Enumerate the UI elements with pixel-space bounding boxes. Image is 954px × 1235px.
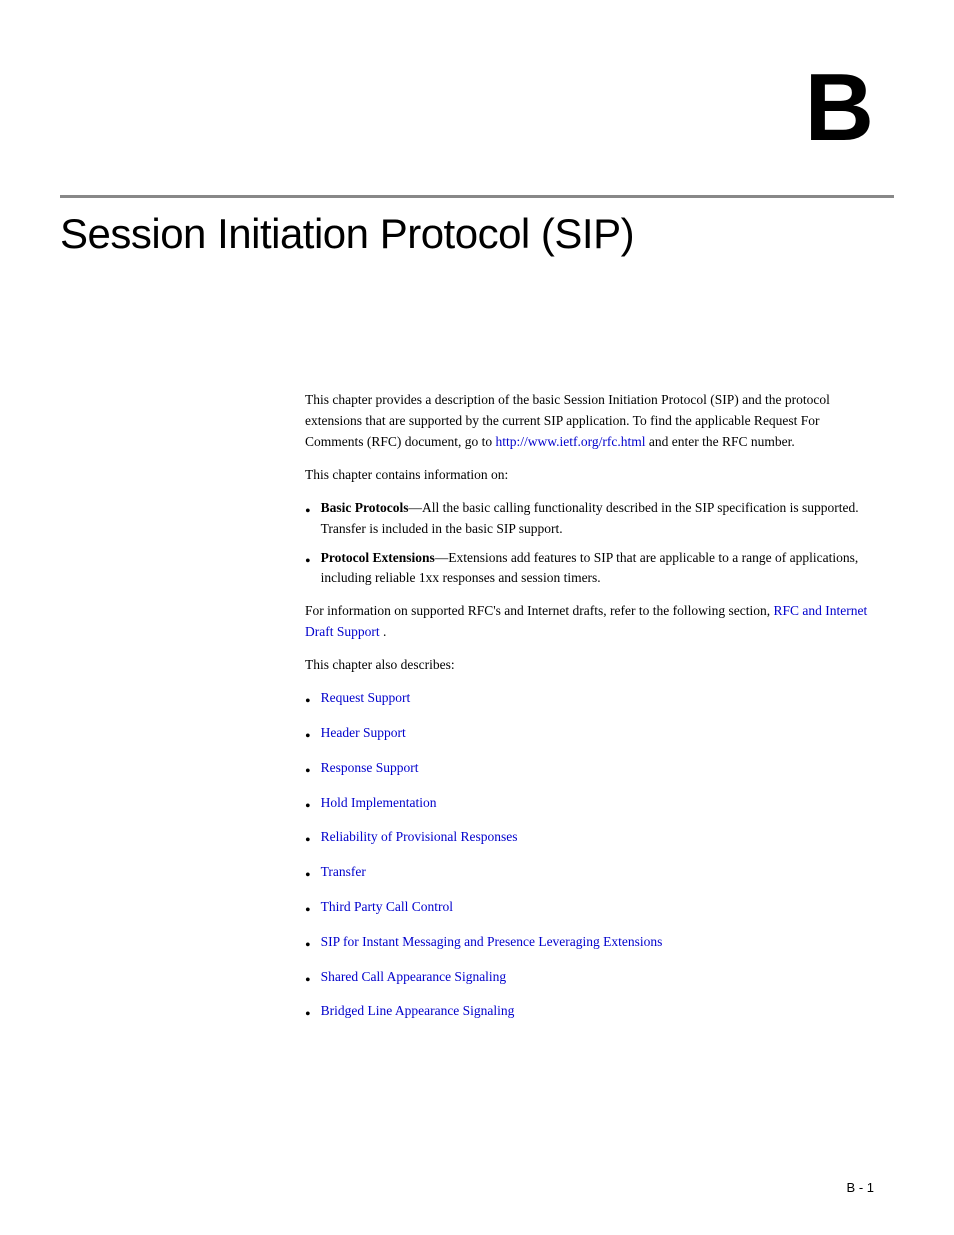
bullet-text-2: Protocol Extensions—Extensions add featu… (321, 548, 874, 590)
bullet-dot-1: • (305, 500, 311, 525)
intro-paragraph: This chapter provides a description of t… (305, 390, 874, 453)
bullet-protocol-extensions: • Protocol Extensions—Extensions add fea… (305, 548, 874, 590)
list-item-reliability: • Reliability of Provisional Responses (305, 827, 874, 854)
hold-implementation-link[interactable]: Hold Implementation (321, 795, 437, 810)
bullet-dot-link-6: • (305, 864, 311, 889)
content-area: This chapter provides a description of t… (305, 390, 874, 1040)
bullet-basic-protocols: • Basic Protocols—All the basic calling … (305, 498, 874, 540)
header-support-link[interactable]: Header Support (321, 725, 406, 740)
list-item-request-support: • Request Support (305, 688, 874, 715)
bullet-dot-link-7: • (305, 899, 311, 924)
link-text-5: Reliability of Provisional Responses (321, 827, 874, 848)
link-text-2: Header Support (321, 723, 874, 744)
simple-link[interactable]: SIP for Instant Messaging and Presence L… (321, 934, 663, 949)
bullet-dot-2: • (305, 550, 311, 575)
list-item-transfer: • Transfer (305, 862, 874, 889)
also-describes-label: This chapter also describes: (305, 655, 874, 676)
link-text-7: Third Party Call Control (321, 897, 874, 918)
reliability-link[interactable]: Reliability of Provisional Responses (321, 829, 518, 844)
list-item-simple: • SIP for Instant Messaging and Presence… (305, 932, 874, 959)
shared-call-link[interactable]: Shared Call Appearance Signaling (321, 969, 507, 984)
link-text-8: SIP for Instant Messaging and Presence L… (321, 932, 874, 953)
bullet-dot-link-2: • (305, 725, 311, 750)
link-text-9: Shared Call Appearance Signaling (321, 967, 874, 988)
rfc-text-suffix: . (383, 624, 386, 639)
list-item-header-support: • Header Support (305, 723, 874, 750)
bullet-dot-link-5: • (305, 829, 311, 854)
response-support-link[interactable]: Response Support (321, 760, 419, 775)
link-text-1: Request Support (321, 688, 874, 709)
list-item-shared-call: • Shared Call Appearance Signaling (305, 967, 874, 994)
list-item-bridged-line: • Bridged Line Appearance Signaling (305, 1001, 874, 1028)
rfc-paragraph: For information on supported RFC's and I… (305, 601, 874, 643)
list-item-hold-implementation: • Hold Implementation (305, 793, 874, 820)
top-rule (60, 195, 894, 198)
ietf-link[interactable]: http://www.ietf.org/rfc.html (496, 434, 649, 449)
bullet-dot-link-10: • (305, 1003, 311, 1028)
bullet-dot-link-9: • (305, 969, 311, 994)
intro-text-after-link: and enter the RFC number. (649, 434, 795, 449)
link-text-3: Response Support (321, 758, 874, 779)
link-text-10: Bridged Line Appearance Signaling (321, 1001, 874, 1022)
transfer-link[interactable]: Transfer (321, 864, 366, 879)
chapter-letter: B (805, 60, 874, 156)
bridged-line-link[interactable]: Bridged Line Appearance Signaling (321, 1003, 515, 1018)
link-text-6: Transfer (321, 862, 874, 883)
bullet-dot-link-3: • (305, 760, 311, 785)
links-bullet-list: • Request Support • Header Support • Res… (305, 688, 874, 1028)
link-text-4: Hold Implementation (321, 793, 874, 814)
request-support-link[interactable]: Request Support (321, 690, 411, 705)
bullet-dot-link-4: • (305, 795, 311, 820)
info-bullet-list: • Basic Protocols—All the basic calling … (305, 498, 874, 590)
page-container: B Session Initiation Protocol (SIP) This… (0, 0, 954, 1235)
bullet-dot-link-1: • (305, 690, 311, 715)
bullet-text-1: Basic Protocols—All the basic calling fu… (321, 498, 874, 540)
chapter-title: Session Initiation Protocol (SIP) (60, 210, 894, 258)
page-footer: B - 1 (847, 1180, 874, 1195)
list-item-third-party: • Third Party Call Control (305, 897, 874, 924)
third-party-link[interactable]: Third Party Call Control (321, 899, 453, 914)
list-item-response-support: • Response Support (305, 758, 874, 785)
contains-label: This chapter contains information on: (305, 465, 874, 486)
rfc-text-prefix: For information on supported RFC's and I… (305, 603, 773, 618)
bullet-dot-link-8: • (305, 934, 311, 959)
